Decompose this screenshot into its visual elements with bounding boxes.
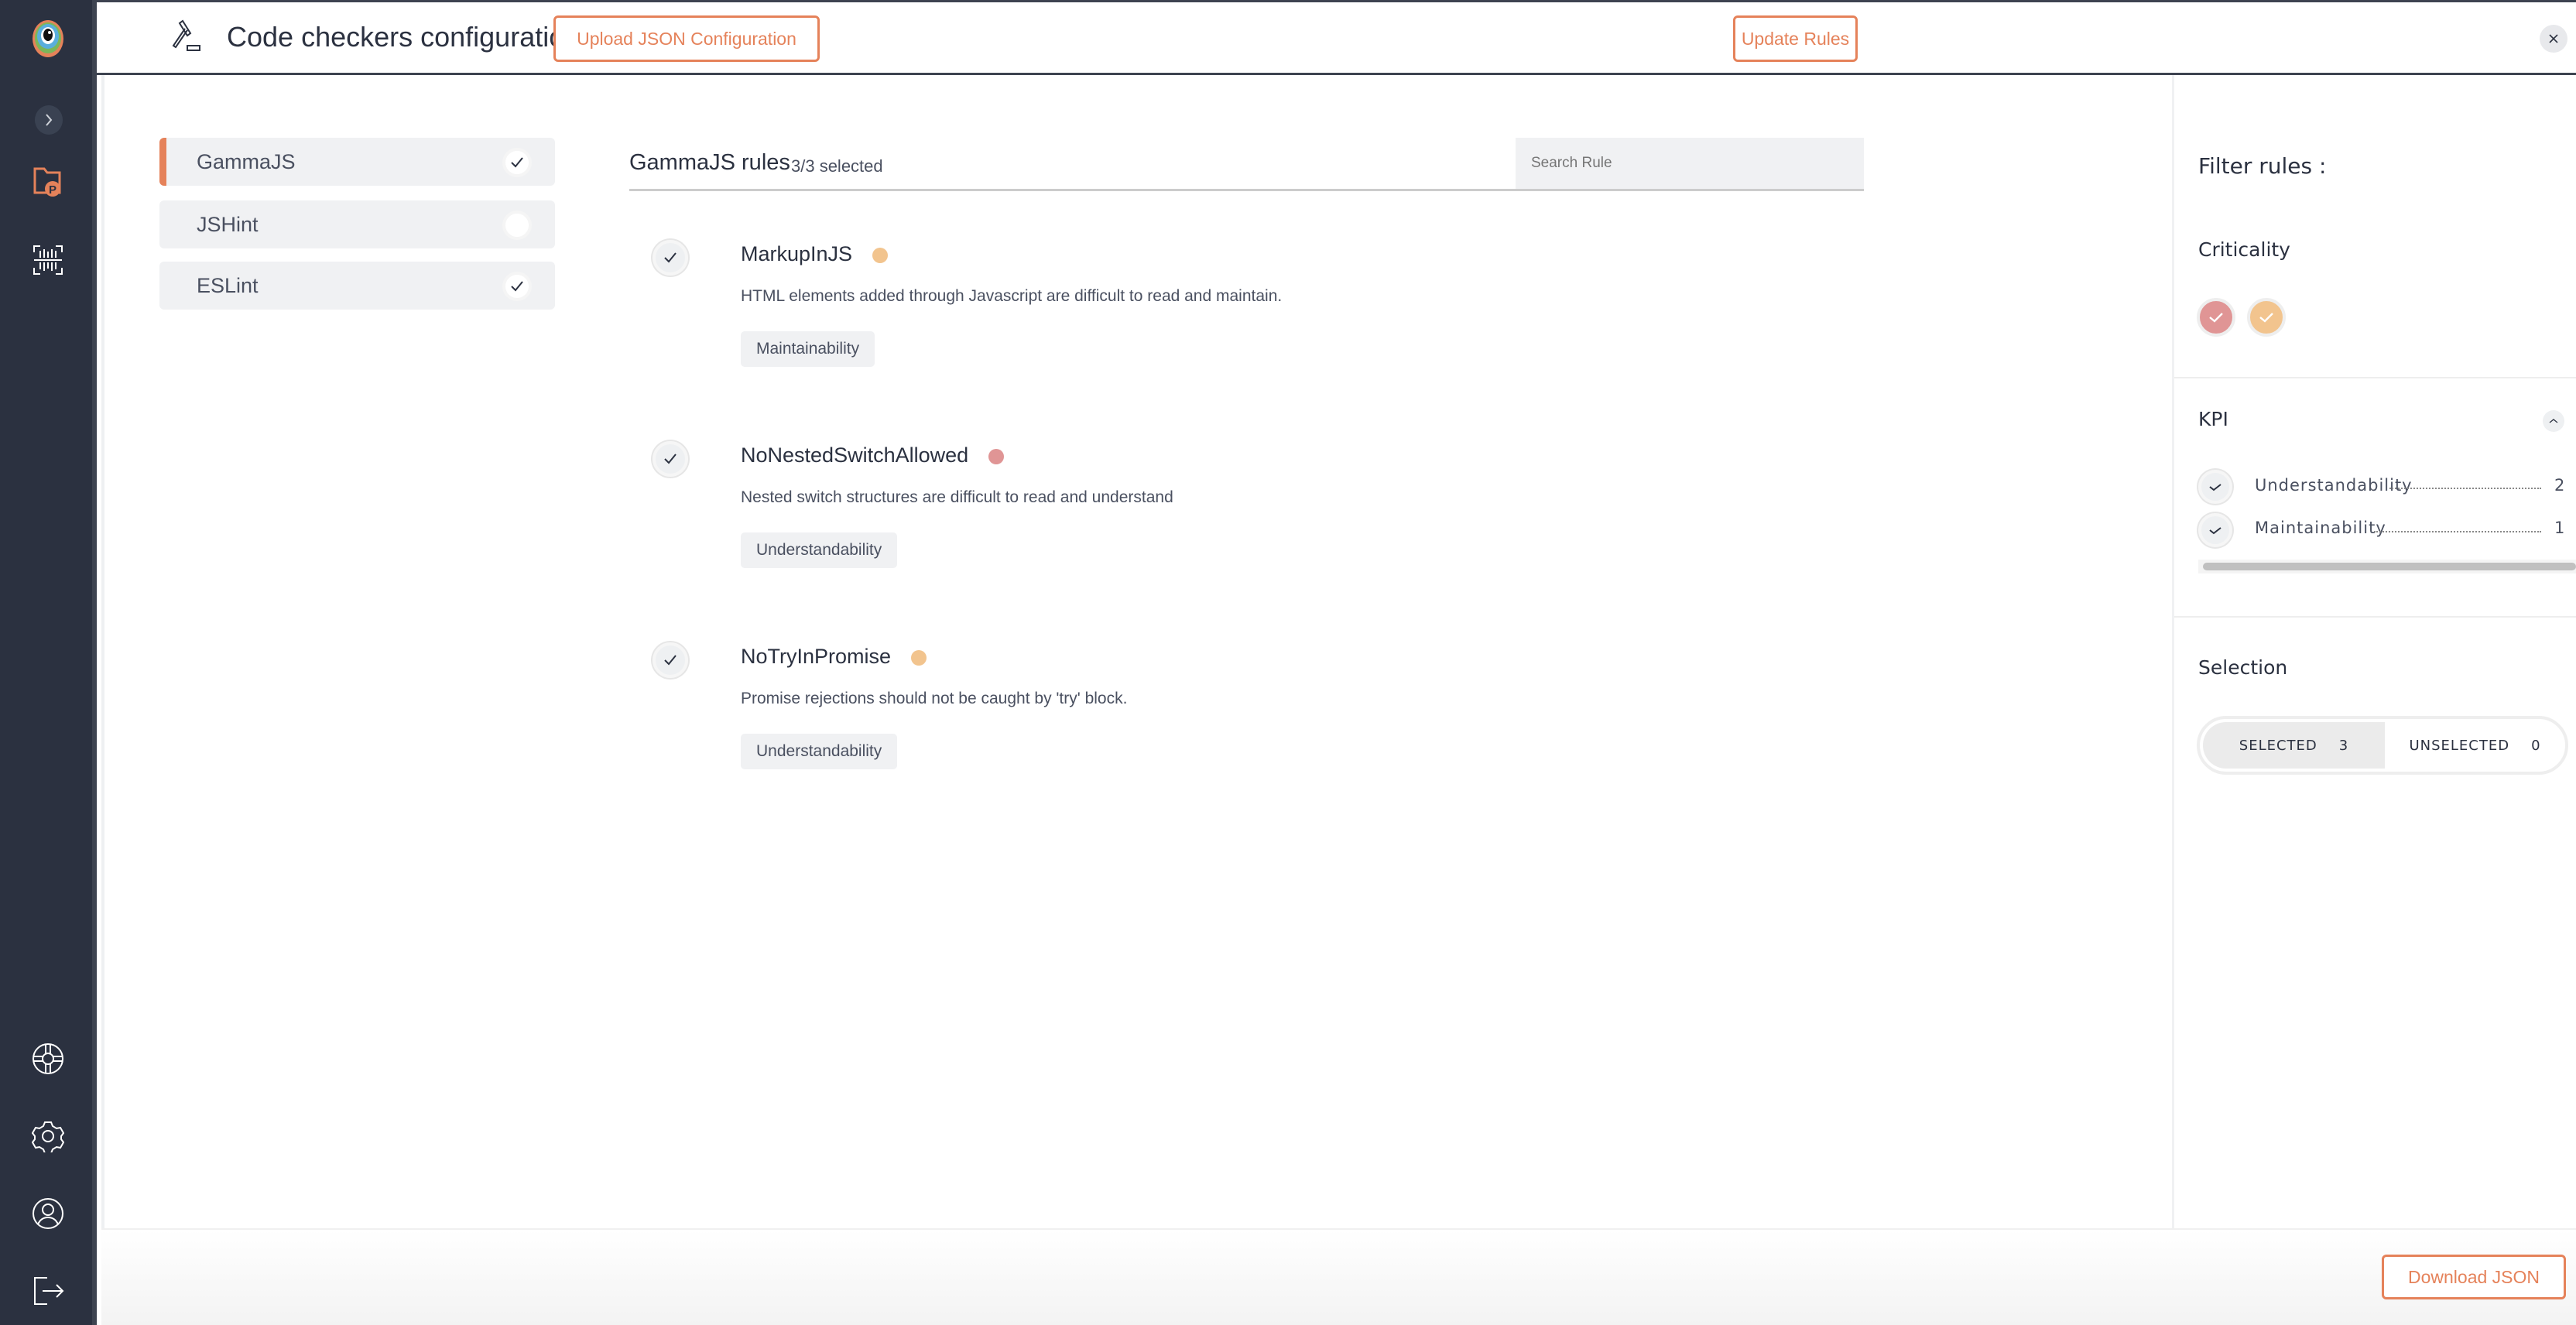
rule-checkbox[interactable] <box>653 642 688 678</box>
selected-count: 3 <box>2338 737 2349 754</box>
kpi-item-count: 2 <box>2554 476 2565 495</box>
kpi-item-label: Maintainability <box>2255 519 2386 537</box>
criticality-dot <box>872 247 889 263</box>
checker-item-jshint[interactable]: JSHint <box>159 200 555 248</box>
criticality-dot <box>911 649 927 666</box>
rule-description: Promise rejections should not be caught … <box>741 690 1128 707</box>
kpi-item-count: 1 <box>2554 519 2565 537</box>
kpi-scrollbar-track[interactable] <box>2198 560 2576 573</box>
unselected-label: UNSELECTED <box>2409 737 2510 754</box>
checker-label: ESLint <box>197 273 259 297</box>
criticality-dot <box>988 448 1005 464</box>
svg-text:P: P <box>49 183 57 197</box>
kpi-item-label: Understandability <box>2255 476 2413 495</box>
help-lifebuoy-icon[interactable] <box>28 1039 68 1079</box>
rule-name: MarkupInJS <box>741 242 889 266</box>
footer <box>101 1228 2576 1325</box>
rule-name-text: NoNestedSwitchAllowed <box>741 443 969 467</box>
selection-label: Selection <box>2198 656 2288 679</box>
checker-label: JSHint <box>197 212 259 236</box>
chevron-right-icon[interactable] <box>35 105 63 135</box>
criticality-medium-filter[interactable] <box>2247 298 2286 337</box>
rule-name: NoTryInPromise <box>741 645 927 669</box>
dotted-leader <box>2374 531 2541 532</box>
chevron-up-icon[interactable] <box>2543 410 2564 432</box>
selection-toggle: SELECTED 3 UNSELECTED 0 <box>2197 716 2568 775</box>
search-rule-input[interactable] <box>1516 138 1864 189</box>
gear-icon[interactable] <box>28 1116 68 1156</box>
kpi-scrollbar-thumb[interactable] <box>2203 563 2576 570</box>
checker-item-gammajs[interactable]: GammaJS <box>159 138 555 186</box>
dotted-leader <box>2389 488 2541 489</box>
project-folder-icon[interactable]: P <box>28 163 68 203</box>
rule-description: Nested switch structures are difficult t… <box>741 488 1173 506</box>
gavel-icon <box>170 19 201 56</box>
rule-checkbox[interactable] <box>653 441 688 477</box>
barcode-scan-icon[interactable] <box>28 240 68 280</box>
user-icon[interactable] <box>28 1193 68 1234</box>
unchecked-circle-icon[interactable] <box>502 211 532 240</box>
download-json-button[interactable]: Download JSON <box>2382 1255 2566 1299</box>
content-left-edge <box>101 75 104 1228</box>
criticality-high-filter[interactable] <box>2197 298 2235 337</box>
divider <box>629 189 1864 191</box>
kpi-label: KPI <box>2198 408 2228 430</box>
rules-title: GammaJS rules <box>629 150 790 175</box>
rule-name-text: NoTryInPromise <box>741 645 892 668</box>
unselected-option[interactable]: UNSELECTED 0 <box>2385 719 2565 772</box>
update-rules-button[interactable]: Update Rules <box>1733 15 1858 62</box>
filter-title: Filter rules : <box>2198 153 2327 179</box>
selected-option[interactable]: SELECTED 3 <box>2203 722 2385 769</box>
rule-name-text: MarkupInJS <box>741 242 853 265</box>
page-title: Code checkers configuration <box>227 21 581 53</box>
sidebar: P <box>0 0 97 1325</box>
criticality-label: Criticality <box>2198 238 2290 261</box>
kpi-checkbox[interactable] <box>2198 513 2232 547</box>
app-logo-icon[interactable] <box>28 19 68 59</box>
rule-description: HTML elements added through Javascript a… <box>741 287 1283 305</box>
rules-selected-count: 3/3 selected <box>791 156 883 176</box>
selected-label: SELECTED <box>2239 737 2317 754</box>
divider <box>2174 616 2576 618</box>
logout-icon[interactable] <box>28 1271 68 1311</box>
divider <box>2174 377 2576 378</box>
panel-divider <box>2172 75 2174 1228</box>
header: Code checkers configuration Upload JSON … <box>97 0 2576 75</box>
kpi-checkbox[interactable] <box>2198 470 2232 504</box>
upload-json-button[interactable]: Upload JSON Configuration <box>553 15 820 62</box>
rule-name: NoNestedSwitchAllowed <box>741 443 1005 467</box>
checker-label: GammaJS <box>197 149 296 173</box>
close-icon[interactable] <box>2540 25 2567 53</box>
rule-tag: Maintainability <box>741 331 875 367</box>
rule-tag: Understandability <box>741 734 898 769</box>
check-icon[interactable] <box>502 148 532 177</box>
checker-item-eslint[interactable]: ESLint <box>159 262 555 310</box>
rule-tag: Understandability <box>741 532 898 568</box>
unselected-count: 0 <box>2531 737 2541 754</box>
rule-checkbox[interactable] <box>653 240 688 276</box>
check-icon[interactable] <box>502 272 532 301</box>
